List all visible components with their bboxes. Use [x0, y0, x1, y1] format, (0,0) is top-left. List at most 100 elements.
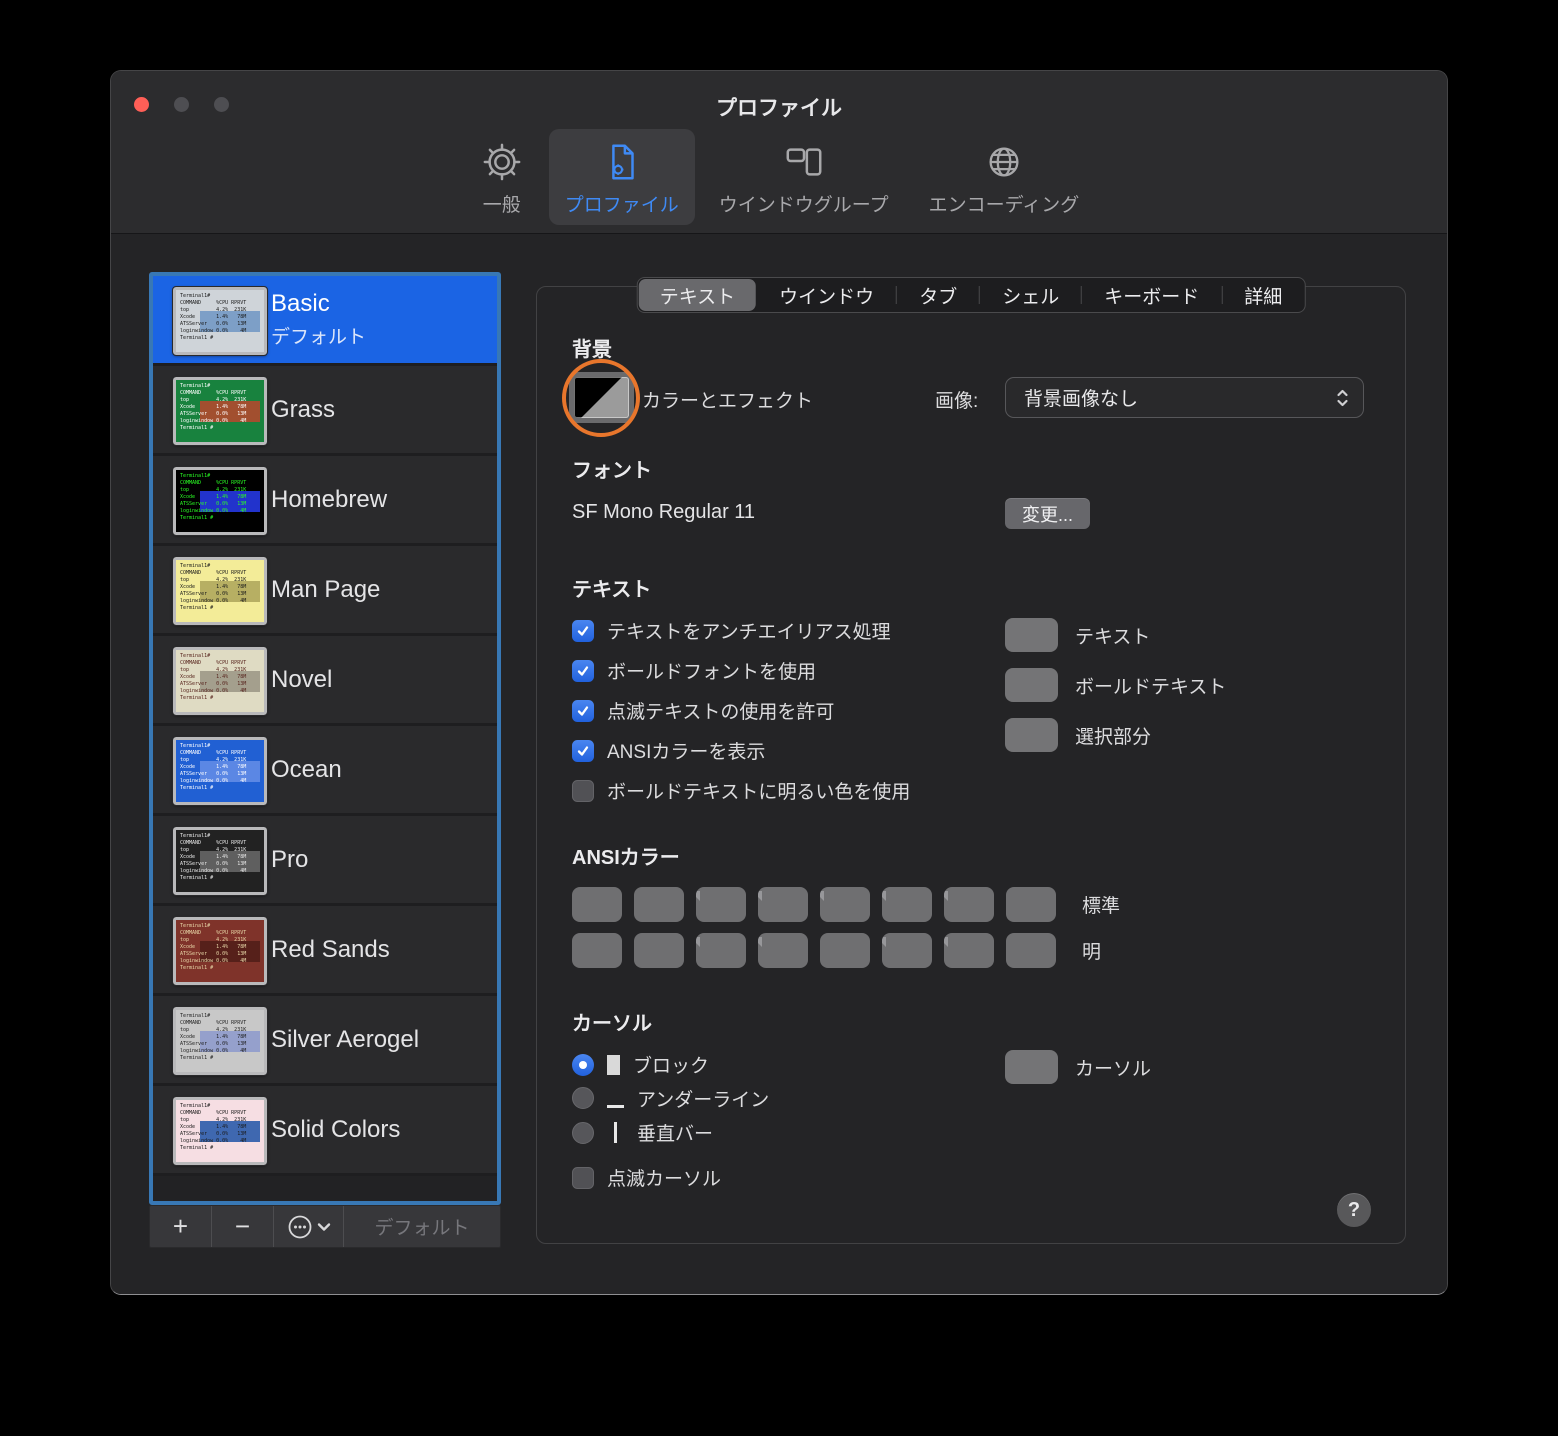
change-font-button[interactable]: 変更... [1005, 498, 1090, 529]
gear-icon [479, 139, 525, 185]
radio-selected[interactable] [572, 1054, 594, 1076]
checkbox-checked[interactable] [572, 740, 594, 762]
checkbox-label: ANSIカラーを表示 [607, 737, 765, 764]
font-value: SF Mono Regular 11 [572, 501, 755, 524]
text-color-row: テキスト [1005, 618, 1150, 652]
profile-settings-panel: テキスト ウインドウ タブ シェル キーボード 詳細 背景 カラーとエフェクト … [536, 286, 1406, 1244]
checkbox-checked[interactable] [572, 620, 594, 642]
tab-tab[interactable]: タブ [897, 278, 979, 312]
remove-profile-button[interactable]: − [212, 1206, 274, 1247]
checkbox-checked[interactable] [572, 660, 594, 682]
help-button[interactable]: ? [1337, 1193, 1371, 1227]
set-default-button[interactable]: デフォルト [344, 1206, 500, 1247]
ansi-bright-yellow-well[interactable] [758, 933, 808, 968]
selection-color-well[interactable] [1005, 718, 1058, 752]
window-group-icon [781, 139, 827, 185]
radio-unselected[interactable] [572, 1122, 594, 1144]
chevron-down-icon [317, 1222, 331, 1232]
profile-item-man-page[interactable]: Terminal1#COMMAND %CPU RPRVTtop 4.2% 231… [153, 546, 497, 636]
profile-item-ocean[interactable]: Terminal1#COMMAND %CPU RPRVTtop 4.2% 231… [153, 726, 497, 816]
ansi-red-well[interactable] [634, 887, 684, 922]
ansi-bright-cyan-well[interactable] [944, 933, 994, 968]
checkbox-row-bold-font[interactable]: ボールドフォントを使用 [572, 657, 816, 684]
checkbox-row-ansi-colors[interactable]: ANSIカラーを表示 [572, 737, 765, 764]
profile-name: Homebrew [271, 486, 489, 514]
profile-thumbnail: Terminal1#COMMAND %CPU RPRVTtop 4.2% 231… [173, 737, 267, 805]
radio-row-block[interactable]: ブロック [572, 1051, 709, 1078]
checkbox-label: テキストをアンチエイリアス処理 [607, 617, 891, 644]
checkbox-row-blink-cursor[interactable]: 点滅カーソル [572, 1164, 721, 1191]
radio-row-vertical-bar[interactable]: 垂直バー [572, 1119, 713, 1146]
ansi-bright-green-well[interactable] [696, 933, 746, 968]
tab-advanced[interactable]: 詳細 [1222, 278, 1304, 312]
radio-label: 垂直バー [637, 1119, 713, 1146]
ansi-bright-blue-well[interactable] [820, 933, 870, 968]
tab-shell[interactable]: シェル [980, 278, 1081, 312]
tab-keyboard[interactable]: キーボード [1082, 278, 1221, 312]
profile-default-badge: デフォルト [271, 322, 489, 349]
tab-text[interactable]: テキスト [639, 279, 756, 311]
profile-name: Novel [271, 666, 489, 694]
ansi-heading: ANSIカラー [572, 841, 680, 870]
ansi-cyan-well[interactable] [944, 887, 994, 922]
cursor-color-well[interactable] [1005, 1050, 1058, 1084]
image-label: 画像: [935, 386, 978, 413]
ansi-green-well[interactable] [696, 887, 746, 922]
profile-item-solid-colors[interactable]: Terminal1#COMMAND %CPU RPRVTtop 4.2% 231… [153, 1086, 497, 1176]
toolbar-item-window-groups[interactable]: ウインドウグループ [703, 129, 905, 225]
profile-item-homebrew[interactable]: Terminal1#COMMAND %CPU RPRVTtop 4.2% 231… [153, 456, 497, 546]
background-image-value: 背景画像なし [1024, 384, 1138, 411]
ansi-bright-row: 明 [572, 933, 1101, 968]
well-label: テキスト [1075, 622, 1150, 649]
tab-window[interactable]: ウインドウ [757, 278, 896, 312]
ansi-blue-well[interactable] [820, 887, 870, 922]
toolbar-item-general[interactable]: 一般 [463, 129, 541, 225]
profile-name: Basic [271, 290, 489, 318]
ansi-white-well[interactable] [1006, 887, 1056, 922]
profile-list-footer: + − デフォルト [149, 1205, 501, 1248]
ansi-magenta-well[interactable] [882, 887, 932, 922]
toolbar-item-profiles[interactable]: プロファイル [549, 129, 695, 225]
checkbox-unchecked[interactable] [572, 1167, 594, 1189]
profile-item-basic[interactable]: Terminal1#COMMAND %CPU RPRVTtop 4.2% 231… [153, 276, 497, 366]
ansi-yellow-well[interactable] [758, 887, 808, 922]
background-heading: 背景 [572, 333, 612, 362]
checkbox-row-antialias[interactable]: テキストをアンチエイリアス処理 [572, 617, 891, 644]
selection-color-row: 選択部分 [1005, 718, 1151, 752]
profile-name: Ocean [271, 756, 489, 784]
add-profile-button[interactable]: + [150, 1206, 212, 1247]
ansi-bright-white-well[interactable] [1006, 933, 1056, 968]
profile-thumbnail: Terminal1#COMMAND %CPU RPRVTtop 4.2% 231… [173, 827, 267, 895]
checkbox-row-bright-bold[interactable]: ボールドテキストに明るい色を使用 [572, 777, 910, 804]
bold-text-color-well[interactable] [1005, 668, 1058, 702]
color-effects-label: カラーとエフェクト [642, 386, 813, 413]
profile-item-pro[interactable]: Terminal1#COMMAND %CPU RPRVTtop 4.2% 231… [153, 816, 497, 906]
profile-name: Grass [271, 396, 489, 424]
profile-document-icon [599, 139, 645, 185]
checkbox-label: 点滅カーソル [607, 1164, 721, 1191]
radio-row-underline[interactable]: アンダーライン [572, 1085, 769, 1111]
profile-item-silver-aerogel[interactable]: Terminal1#COMMAND %CPU RPRVTtop 4.2% 231… [153, 996, 497, 1086]
ansi-bright-black-well[interactable] [572, 933, 622, 968]
profile-thumbnail: Terminal1#COMMAND %CPU RPRVTtop 4.2% 231… [173, 557, 267, 625]
radio-unselected[interactable] [572, 1087, 594, 1109]
profile-item-novel[interactable]: Terminal1#COMMAND %CPU RPRVTtop 4.2% 231… [153, 636, 497, 726]
profile-item-grass[interactable]: Terminal1#COMMAND %CPU RPRVTtop 4.2% 231… [153, 366, 497, 456]
font-heading: フォント [572, 454, 652, 483]
ansi-bright-red-well[interactable] [634, 933, 684, 968]
ansi-black-well[interactable] [572, 887, 622, 922]
cursor-heading: カーソル [572, 1007, 652, 1036]
underline-cursor-glyph [607, 1105, 624, 1108]
checkbox-checked[interactable] [572, 700, 594, 722]
annotation-circle [562, 359, 640, 437]
profile-actions-menu-button[interactable] [274, 1206, 344, 1247]
profile-item-red-sands[interactable]: Terminal1#COMMAND %CPU RPRVTtop 4.2% 231… [153, 906, 497, 996]
checkbox-row-blink-text[interactable]: 点滅テキストの使用を許可 [572, 697, 834, 724]
profile-name: Solid Colors [271, 1116, 489, 1144]
toolbar-item-encodings[interactable]: エンコーディング [913, 129, 1096, 225]
checkbox-unchecked[interactable] [572, 780, 594, 802]
background-image-select[interactable]: 背景画像なし [1005, 377, 1364, 418]
ansi-bright-magenta-well[interactable] [882, 933, 932, 968]
text-color-well[interactable] [1005, 618, 1058, 652]
settings-content: Terminal1#COMMAND %CPU RPRVTtop 4.2% 231… [111, 235, 1447, 1294]
